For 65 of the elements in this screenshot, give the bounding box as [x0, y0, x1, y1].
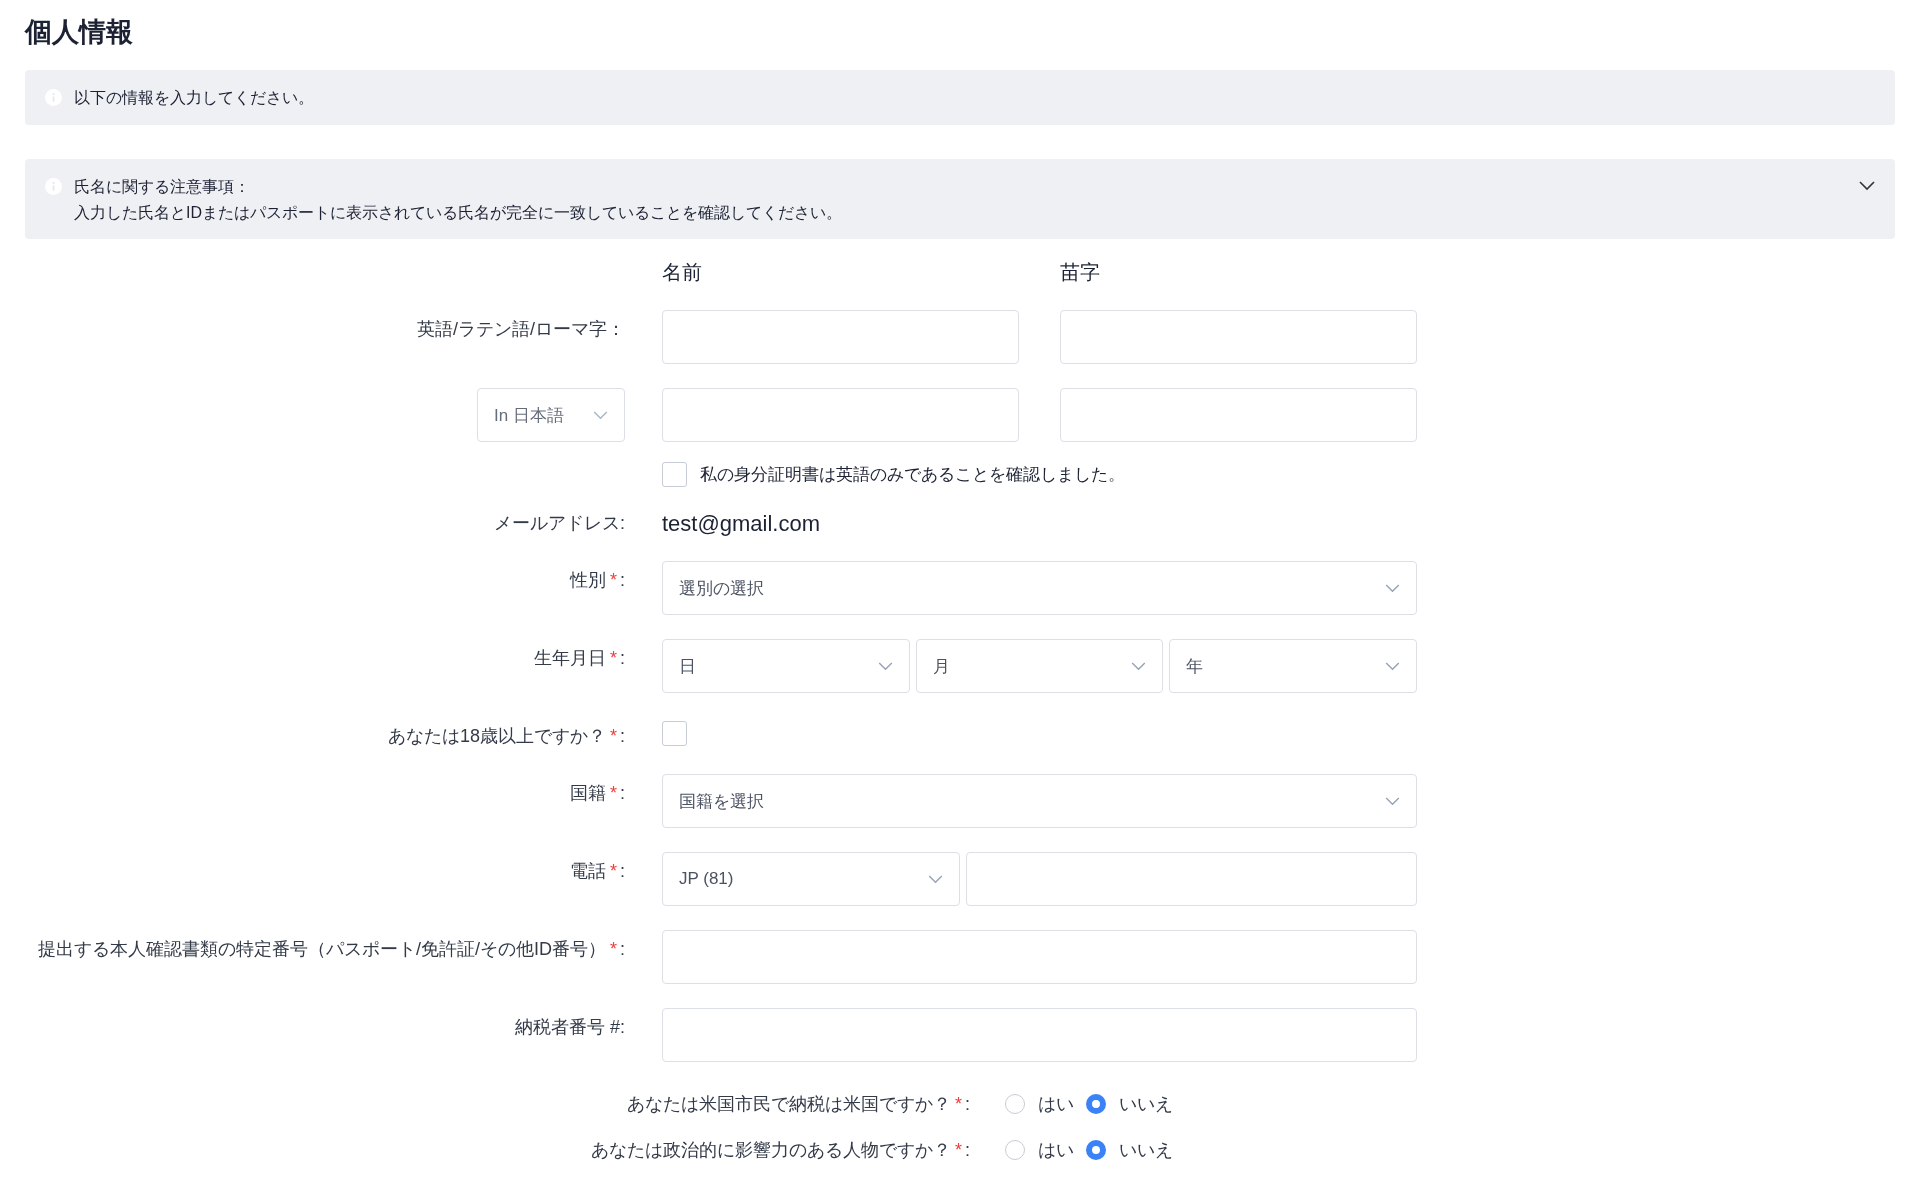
- chevron-down-icon[interactable]: [1859, 181, 1875, 191]
- question-label: あなたは米国市民で納税は米国ですか？: [626, 1094, 951, 1114]
- checkbox[interactable]: [662, 462, 687, 487]
- chevron-down-icon: [877, 661, 893, 671]
- label-colon: :: [620, 783, 625, 803]
- label-colon: :: [965, 1140, 970, 1160]
- info-icon: [45, 89, 62, 106]
- radio-option[interactable]: はい: [1005, 1138, 1074, 1162]
- first-name-field[interactable]: [662, 310, 1019, 364]
- field-label: あなたは18歳以上ですか？: [387, 726, 606, 746]
- radio-option[interactable]: いいえ: [1086, 1138, 1173, 1162]
- field-label: 国籍: [569, 783, 606, 803]
- chevron-down-icon: [1385, 661, 1400, 671]
- label-colon: :: [620, 861, 625, 881]
- required-asterisk: *: [609, 783, 617, 803]
- email-value: test@gmail.com: [662, 511, 821, 536]
- radio-option[interactable]: いいえ: [1086, 1092, 1173, 1116]
- field-label: 生年月日: [533, 648, 606, 668]
- label-colon: :: [620, 726, 625, 746]
- required-asterisk: *: [609, 939, 617, 959]
- notice-text: 入力した氏名とIDまたはパスポートに表示されている氏名が完全に一致していることを確認してください。: [74, 204, 843, 221]
- label-colon: :: [620, 570, 625, 590]
- required-asterisk: *: [954, 1140, 962, 1160]
- required-asterisk: *: [609, 861, 617, 881]
- column-heading: 名前: [662, 260, 703, 285]
- question-label: あなたは政治的に影響力のある人物ですか？: [590, 1140, 951, 1160]
- chevron-down-icon: [1385, 796, 1400, 806]
- required-asterisk: *: [609, 570, 617, 590]
- field-label: 提出する本人確認書類の特定番号（パスポート/免許証/その他ID番号）: [37, 939, 606, 959]
- checkbox[interactable]: [662, 721, 687, 746]
- label-colon: :: [965, 1094, 970, 1114]
- radio-option[interactable]: はい: [1005, 1092, 1074, 1116]
- chevron-down-icon: [1385, 583, 1400, 593]
- notice-title: 氏名に関する注意事項：: [74, 178, 251, 195]
- chevron-down-icon: [1131, 661, 1147, 671]
- label-colon: :: [620, 939, 625, 959]
- field-label: メールアドレス:: [494, 513, 625, 533]
- dropdown-select[interactable]: 国籍を選択: [662, 774, 1417, 828]
- checkbox-label: 私の身分証明書は英語のみであることを確認しました。: [700, 464, 1125, 486]
- column-heading: 苗字: [1060, 260, 1101, 285]
- date-select[interactable]: 月: [915, 639, 1164, 693]
- info-icon: [45, 178, 62, 195]
- language-select[interactable]: In 日本語: [477, 388, 625, 442]
- field-label: 英語/ラテン語/ローマ字：: [417, 319, 625, 339]
- first-name-field[interactable]: [662, 388, 1019, 442]
- date-select[interactable]: 年: [1169, 639, 1417, 693]
- chevron-down-icon: [593, 410, 608, 420]
- date-select[interactable]: 日: [662, 639, 910, 693]
- field-label: 納税者番号 #:: [515, 1017, 625, 1037]
- label-colon: :: [620, 648, 625, 668]
- info-text: 以下の情報を入力してください。: [74, 89, 314, 106]
- text-field[interactable]: [662, 1008, 1417, 1062]
- dropdown-select[interactable]: 選別の選択: [662, 561, 1417, 615]
- required-asterisk: *: [954, 1094, 962, 1114]
- required-asterisk: *: [609, 648, 617, 668]
- chevron-down-icon: [928, 874, 943, 884]
- country-code-select[interactable]: JP (81): [662, 852, 960, 906]
- required-asterisk: *: [609, 726, 617, 746]
- field-label: 電話: [569, 861, 606, 881]
- text-field[interactable]: [662, 930, 1417, 984]
- last-name-field[interactable]: [1060, 388, 1417, 442]
- page-title: 個人情報: [25, 16, 134, 49]
- field-label: 性別: [569, 570, 606, 590]
- last-name-field[interactable]: [1060, 310, 1417, 364]
- phone-field[interactable]: [966, 852, 1417, 906]
